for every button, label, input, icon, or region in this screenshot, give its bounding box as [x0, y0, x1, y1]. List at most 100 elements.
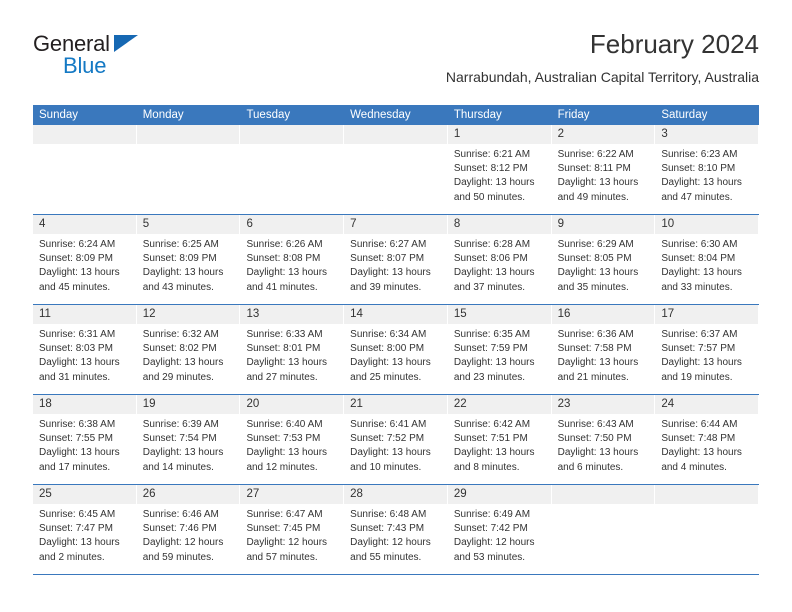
day-details: Sunrise: 6:34 AM Sunset: 8:00 PM Daylight:… — [344, 324, 448, 385]
daylight-text-line2: and 33 minutes. — [661, 281, 733, 293]
daylight-text-line1: Daylight: 13 hours — [453, 357, 535, 369]
day-number: 16 — [557, 308, 571, 320]
day-number-strip: 7 — [344, 215, 448, 234]
daylight-text-line1: Daylight: 13 hours — [661, 447, 742, 459]
calendar-day-cell[interactable]: 16 Sunrise: 6:36 AM Sunset: 7:58 PM Dayligh… — [551, 305, 656, 394]
calendar-week-row: 4 Sunrise: 6:24 AM Sunset: 8:09 PM Daylight… — [33, 214, 760, 304]
day-number-strip: 18 — [33, 395, 137, 414]
day-details: Sunrise: 6:33 AM Sunset: 8:01 PM Daylight:… — [240, 324, 344, 385]
calendar-day-cell-empty — [655, 485, 760, 574]
calendar-day-cell[interactable]: 20 Sunrise: 6:40 AM Sunset: 7:53 PM Dayligh… — [240, 395, 345, 484]
day-number-strip: 11 — [33, 305, 137, 324]
weekday-header-wednesday: Wednesday — [350, 109, 411, 121]
sunset-text: Sunset: 8:06 PM — [453, 253, 528, 265]
sunrise-text: Sunrise: 6:49 AM — [453, 509, 531, 520]
day-number-strip: 25 — [33, 485, 137, 504]
calendar-day-cell[interactable]: 2 Sunrise: 6:22 AM Sunset: 8:11 PM Daylight… — [551, 125, 656, 214]
day-number-strip — [551, 485, 656, 504]
day-number-strip: 29 — [447, 485, 552, 504]
calendar-day-cell[interactable]: 17 Sunrise: 6:37 AM Sunset: 7:57 PM Dayligh… — [655, 305, 760, 394]
calendar-day-cell[interactable]: 24 Sunrise: 6:44 AM Sunset: 7:48 PM Dayligh… — [655, 395, 760, 484]
sunrise-text: Sunrise: 6:26 AM — [246, 239, 323, 250]
day-number: 18 — [39, 398, 52, 410]
day-details: Sunrise: 6:23 AM Sunset: 8:10 PM Daylight:… — [655, 144, 759, 205]
day-number: 14 — [350, 308, 363, 320]
day-number-strip: 27 — [240, 485, 345, 504]
sunset-text: Sunset: 8:11 PM — [557, 163, 631, 175]
day-details: Sunrise: 6:48 AM Sunset: 7:43 PM Daylight:… — [344, 504, 448, 565]
day-number: 9 — [557, 218, 564, 230]
daylight-text-line2: and 31 minutes. — [39, 371, 111, 383]
day-number-strip: 16 — [551, 305, 656, 324]
day-number-strip: 26 — [136, 485, 241, 504]
day-number-strip: 13 — [240, 305, 345, 324]
calendar-day-cell[interactable]: 5 Sunrise: 6:25 AM Sunset: 8:09 PM Daylight… — [136, 215, 241, 304]
sunrise-text: Sunrise: 6:27 AM — [350, 239, 427, 250]
calendar-day-cell[interactable]: 12 Sunrise: 6:32 AM Sunset: 8:02 PM Dayligh… — [136, 305, 241, 394]
sunset-text: Sunset: 8:12 PM — [453, 163, 528, 175]
day-number-strip: 22 — [447, 395, 552, 414]
calendar-day-cell[interactable]: 4 Sunrise: 6:24 AM Sunset: 8:09 PM Daylight… — [33, 215, 137, 304]
sunrise-text: Sunrise: 6:23 AM — [661, 149, 738, 160]
daylight-text-line2: and 49 minutes. — [557, 191, 629, 203]
daylight-text-line2: and 47 minutes. — [661, 191, 733, 203]
day-number: 5 — [142, 218, 150, 230]
calendar-day-cell[interactable]: 26 Sunrise: 6:46 AM Sunset: 7:46 PM Dayligh… — [136, 485, 241, 574]
sunset-text: Sunset: 8:03 PM — [39, 343, 113, 355]
calendar-day-cell[interactable]: 11 Sunrise: 6:31 AM Sunset: 8:03 PM Dayligh… — [33, 305, 137, 394]
calendar-day-cell[interactable]: 10 Sunrise: 6:30 AM Sunset: 8:04 PM Dayligh… — [655, 215, 760, 304]
day-details: Sunrise: 6:26 AM Sunset: 8:08 PM Daylight:… — [240, 234, 344, 295]
sunset-text: Sunset: 7:43 PM — [350, 523, 425, 535]
calendar-day-cell[interactable]: 28 Sunrise: 6:48 AM Sunset: 7:43 PM Dayligh… — [344, 485, 448, 574]
calendar-day-cell[interactable]: 8 Sunrise: 6:28 AM Sunset: 8:06 PM Daylight… — [447, 215, 552, 304]
day-number: 2 — [557, 128, 564, 140]
day-number-strip: 6 — [240, 215, 345, 234]
day-details: Sunrise: 6:27 AM Sunset: 8:07 PM Daylight:… — [344, 234, 448, 295]
daylight-text-line1: Daylight: 12 hours — [246, 537, 328, 549]
calendar-day-cell[interactable]: 3 Sunrise: 6:23 AM Sunset: 8:10 PM Daylight… — [655, 125, 760, 214]
logo-triangle-icon — [114, 35, 138, 52]
calendar-day-cell[interactable]: 18 Sunrise: 6:38 AM Sunset: 7:55 PM Dayligh… — [33, 395, 137, 484]
sunset-text: Sunset: 8:07 PM — [350, 253, 425, 265]
daylight-text-line2: and 10 minutes. — [350, 461, 422, 473]
day-details: Sunrise: 6:39 AM Sunset: 7:54 PM Daylight:… — [137, 414, 241, 475]
calendar-day-cell[interactable]: 14 Sunrise: 6:34 AM Sunset: 8:00 PM Dayligh… — [344, 305, 448, 394]
day-number: 3 — [661, 128, 668, 140]
day-number: 10 — [661, 218, 675, 230]
day-details — [33, 144, 137, 148]
calendar-day-cell[interactable]: 27 Sunrise: 6:47 AM Sunset: 7:45 PM Dayligh… — [240, 485, 345, 574]
day-details: Sunrise: 6:31 AM Sunset: 8:03 PM Daylight:… — [33, 324, 137, 385]
day-number-strip: 9 — [551, 215, 656, 234]
daylight-text-line1: Daylight: 13 hours — [661, 177, 742, 189]
daylight-text-line1: Daylight: 12 hours — [453, 537, 535, 549]
calendar-day-cell-empty — [240, 125, 345, 214]
location-subtitle: Narrabundah, Australian Capital Territor… — [445, 69, 759, 85]
calendar-day-cell[interactable]: 6 Sunrise: 6:26 AM Sunset: 8:08 PM Daylight… — [240, 215, 345, 304]
sunrise-text: Sunrise: 6:46 AM — [142, 509, 219, 520]
calendar-day-cell[interactable]: 22 Sunrise: 6:42 AM Sunset: 7:51 PM Dayligh… — [447, 395, 552, 484]
day-number: 21 — [350, 398, 363, 410]
calendar-day-cell[interactable]: 19 Sunrise: 6:39 AM Sunset: 7:54 PM Dayligh… — [136, 395, 241, 484]
sunrise-text: Sunrise: 6:21 AM — [453, 149, 531, 160]
calendar-day-cell[interactable]: 9 Sunrise: 6:29 AM Sunset: 8:05 PM Daylight… — [551, 215, 656, 304]
calendar-day-cell[interactable]: 21 Sunrise: 6:41 AM Sunset: 7:52 PM Dayligh… — [344, 395, 448, 484]
daylight-text-line1: Daylight: 13 hours — [39, 357, 120, 369]
calendar-day-cell[interactable]: 23 Sunrise: 6:43 AM Sunset: 7:50 PM Dayligh… — [551, 395, 656, 484]
sunrise-text: Sunrise: 6:45 AM — [39, 509, 116, 520]
calendar-day-cell[interactable]: 13 Sunrise: 6:33 AM Sunset: 8:01 PM Dayligh… — [240, 305, 345, 394]
calendar-day-cell[interactable]: 1 Sunrise: 6:21 AM Sunset: 8:12 PM Daylight… — [447, 125, 552, 214]
calendar-day-cell[interactable]: 29 Sunrise: 6:49 AM Sunset: 7:42 PM Dayligh… — [447, 485, 552, 574]
day-number: 15 — [453, 308, 467, 320]
calendar-week-row: 18 Sunrise: 6:38 AM Sunset: 7:55 PM Dayligh… — [33, 394, 760, 484]
day-details: Sunrise: 6:38 AM Sunset: 7:55 PM Daylight:… — [33, 414, 137, 475]
sunset-text: Sunset: 7:50 PM — [557, 433, 632, 445]
day-number: 4 — [39, 218, 46, 230]
calendar-day-cell[interactable]: 7 Sunrise: 6:27 AM Sunset: 8:07 PM Daylight… — [344, 215, 448, 304]
day-details — [552, 504, 656, 508]
day-number-strip: 23 — [551, 395, 656, 414]
sunrise-text: Sunrise: 6:36 AM — [557, 329, 634, 340]
sunrise-text: Sunrise: 6:48 AM — [350, 509, 427, 520]
sunrise-text: Sunrise: 6:39 AM — [142, 419, 219, 430]
calendar-day-cell[interactable]: 15 Sunrise: 6:35 AM Sunset: 7:59 PM Dayligh… — [447, 305, 552, 394]
calendar-day-cell[interactable]: 25 Sunrise: 6:45 AM Sunset: 7:47 PM Dayligh… — [33, 485, 137, 574]
